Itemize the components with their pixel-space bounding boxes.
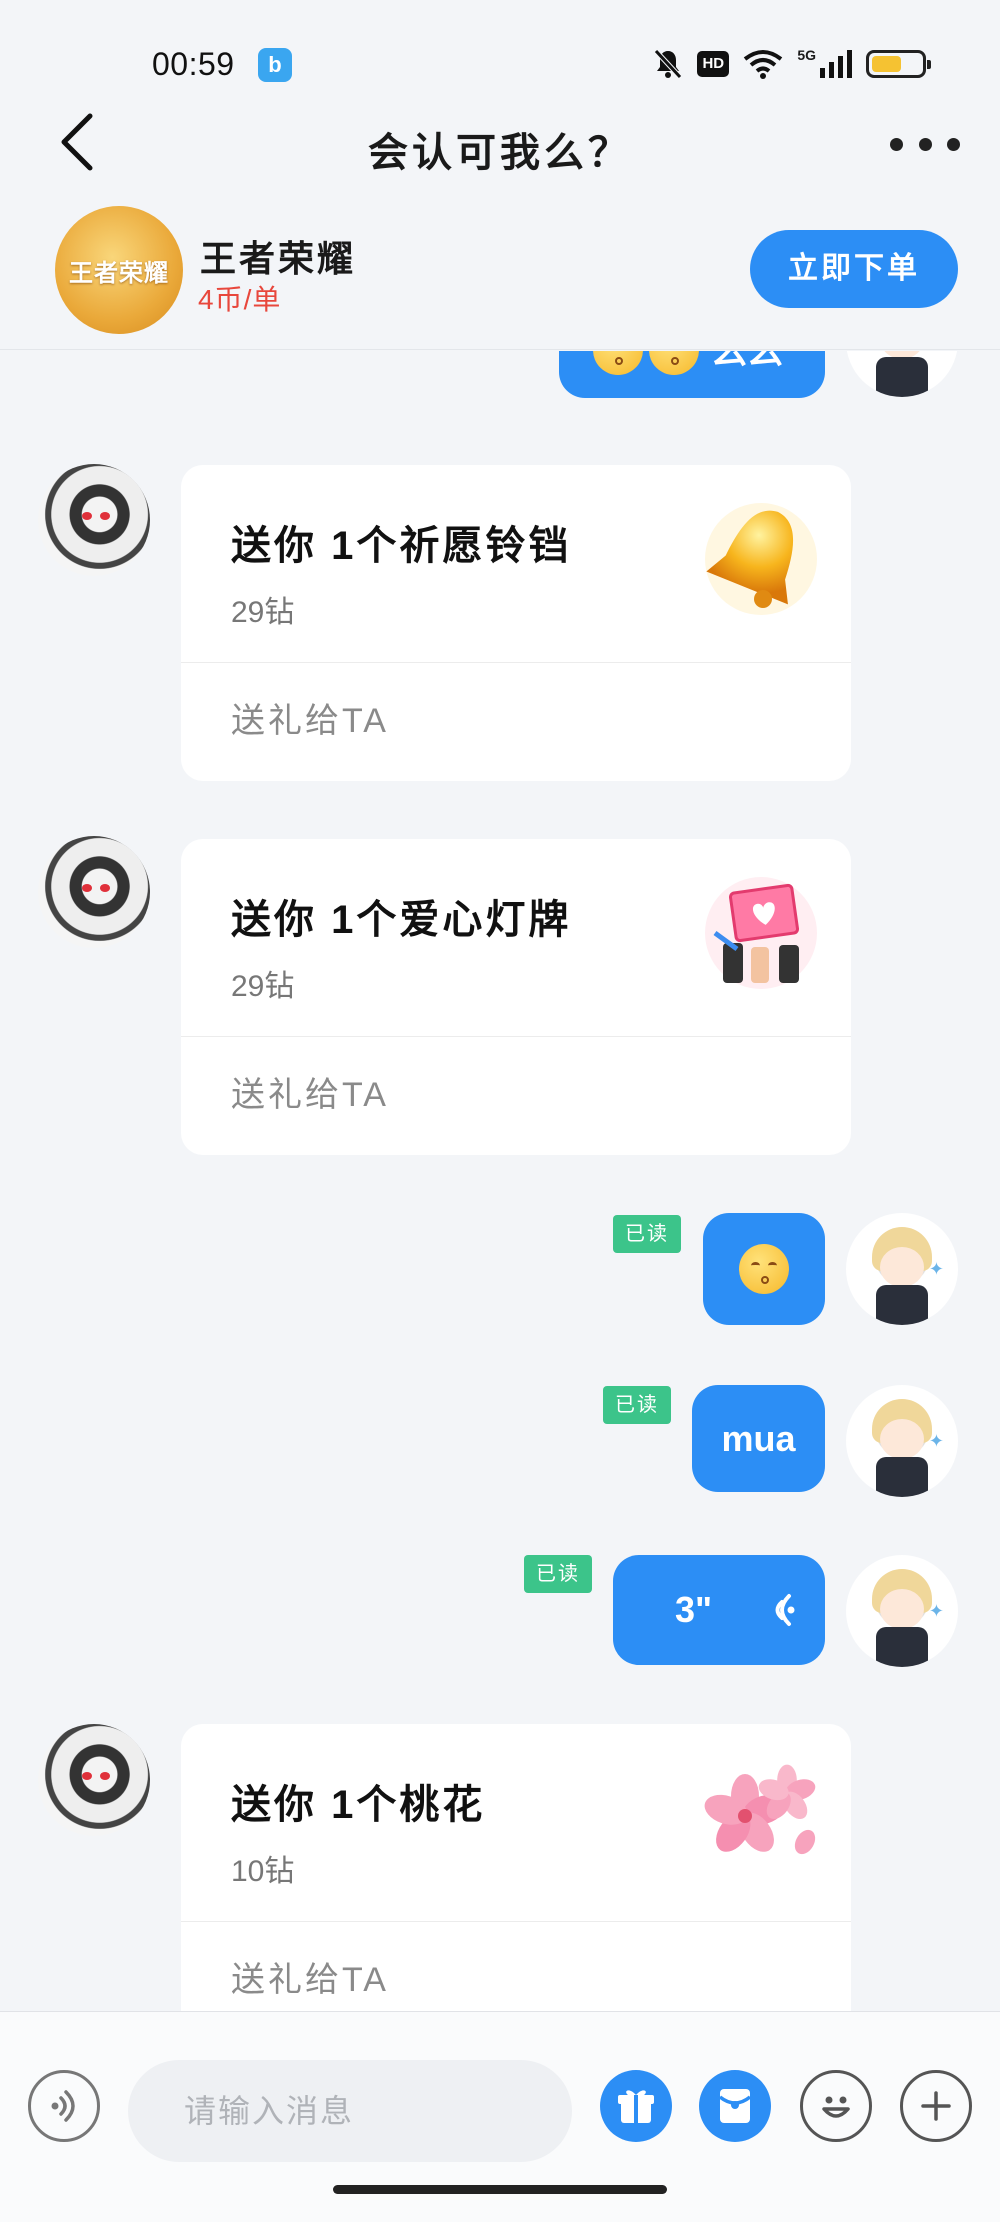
hd-icon: HD [697,51,730,77]
network-label: 5G [797,47,816,63]
message-list[interactable]: 么么 送你 1个祈愿铃铛 29钻 [0,351,1000,2011]
gift-card-heart-sign: 送你 1个爱心灯牌 29钻 送礼给TA [181,839,851,1155]
mute-bell-icon [654,49,683,79]
message-bubble-text[interactable]: mua [692,1385,825,1492]
signal-icon [820,50,852,78]
message-bubble-emoji[interactable] [703,1213,825,1325]
my-avatar[interactable] [846,351,958,397]
battery-level [872,56,901,72]
partner-avatar[interactable] [38,1724,150,1836]
red-packet-icon [718,2089,752,2123]
nav-bar: 会认可我么？ [0,90,1000,200]
status-icons: HD 5G [653,46,931,82]
send-gift-button[interactable]: 送礼给TA [181,1922,851,2011]
peach-blossom-icon [704,1764,816,1855]
wifi-icon [744,50,783,79]
chat-title: 会认可我么？ [368,131,632,175]
game-price: 4币/单 [198,284,282,315]
voice-wave-icon [775,1594,795,1626]
read-status-tag: 已读 [524,1555,592,1593]
partner-avatar[interactable] [38,836,150,948]
status-time: 00:59 [152,46,235,82]
gift-card-peach-blossom: 送你 1个桃花 10钻 送礼给TA [181,1724,851,2011]
gift-button[interactable] [600,2070,672,2142]
battery-icon [866,50,931,78]
send-gift-button[interactable]: 送礼给TA [181,663,851,779]
read-status-tag: 已读 [603,1386,671,1424]
game-logo-text: 王者荣耀 [69,259,169,287]
chat-screen: 00:59 b HD 5G 会认可我么？ 王者荣耀 王者荣耀 4币/单 立即下单… [0,0,1000,2222]
gift-title: 送你 1个爱心灯牌 [231,898,572,942]
emoji-button[interactable] [800,2070,872,2142]
voice-icon [51,2090,75,2122]
game-name: 王者荣耀 [200,238,357,279]
gift-price: 10钻 [231,1855,295,1888]
gift-box-icon [618,2090,654,2123]
emoji-icon [649,351,699,375]
gift-price: 29钻 [231,596,295,629]
red-packet-button[interactable] [699,2070,771,2142]
game-order-card: 王者荣耀 王者荣耀 4币/单 立即下单 [0,200,1000,350]
app-notification-icon: b [258,48,292,82]
my-avatar[interactable]: ✦ [846,1385,958,1497]
voice-message-bubble[interactable]: 3" [613,1555,825,1665]
message-text: 么么 [711,351,783,374]
emoji-icon [593,351,643,375]
heart-sign-icon [705,877,817,989]
read-status-tag: 已读 [613,1215,681,1253]
status-bar: 00:59 b HD 5G [0,0,1000,100]
game-logo: 王者荣耀 [55,206,183,334]
send-gift-button[interactable]: 送礼给TA [181,1037,851,1153]
message-bubble-partial[interactable]: 么么 [559,351,825,398]
smiley-icon [822,2096,850,2118]
plus-icon [921,2091,951,2121]
home-indicator[interactable] [333,2185,667,2194]
input-bar [0,2011,1000,2222]
more-dots-icon[interactable] [890,126,960,162]
message-text: mua [721,1417,796,1459]
partner-avatar[interactable] [38,464,150,576]
message-input[interactable] [128,2060,572,2162]
gift-price: 29钻 [231,970,295,1003]
bell-icon [705,503,817,615]
gift-card-bell: 送你 1个祈愿铃铛 29钻 送礼给TA [181,465,851,781]
order-now-button[interactable]: 立即下单 [750,230,958,308]
gift-title: 送你 1个桃花 [231,1783,486,1827]
voice-input-button[interactable] [28,2070,100,2142]
kissing-face-emoji [739,1244,789,1294]
my-avatar[interactable]: ✦ [846,1213,958,1325]
gift-title: 送你 1个祈愿铃铛 [231,524,572,568]
more-actions-button[interactable] [900,2070,972,2142]
voice-duration: 3" [675,1589,713,1630]
my-avatar[interactable]: ✦ [846,1555,958,1667]
